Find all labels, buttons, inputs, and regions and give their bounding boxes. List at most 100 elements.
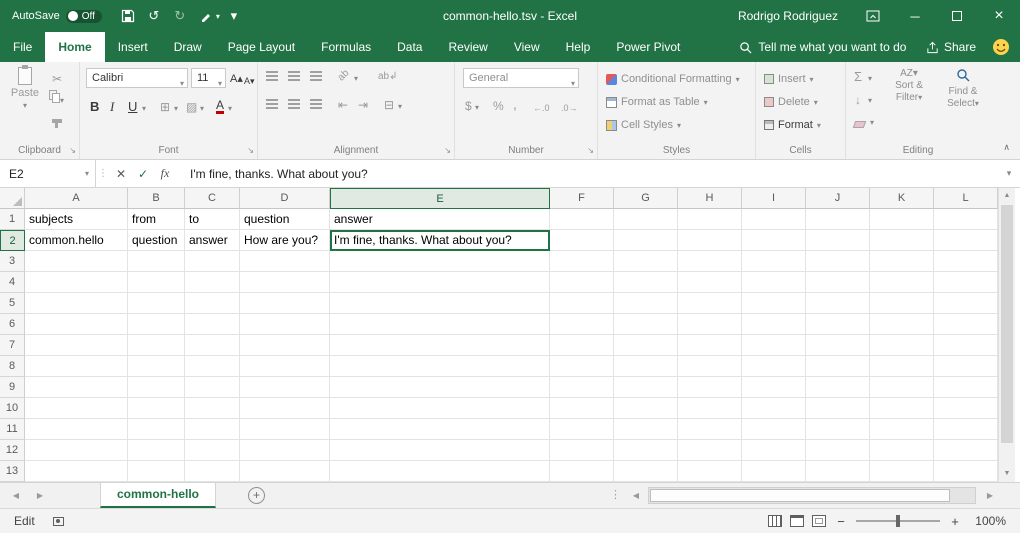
cell-F5[interactable] xyxy=(550,293,614,314)
cell-A9[interactable] xyxy=(25,377,128,398)
feedback-smiley-button[interactable] xyxy=(992,32,1010,62)
zoom-slider-thumb[interactable] xyxy=(896,515,900,527)
cell-G6[interactable] xyxy=(614,314,678,335)
cell-C5[interactable] xyxy=(185,293,240,314)
cell-H10[interactable] xyxy=(678,398,742,419)
cell-C9[interactable] xyxy=(185,377,240,398)
underline-button[interactable]: U xyxy=(128,98,137,116)
cell-B8[interactable] xyxy=(128,356,185,377)
sort-filter-dropdown-icon[interactable]: ▾ xyxy=(918,93,922,102)
cell-F11[interactable] xyxy=(550,419,614,440)
column-header-I[interactable]: I xyxy=(742,188,806,209)
cell-H12[interactable] xyxy=(678,440,742,461)
scroll-up-icon[interactable]: ▲ xyxy=(999,188,1015,204)
cell-E11[interactable] xyxy=(330,419,550,440)
cell-L11[interactable] xyxy=(934,419,998,440)
cell-B3[interactable] xyxy=(128,251,185,272)
autosum-dropdown-icon[interactable]: ▾ xyxy=(868,74,872,83)
column-header-K[interactable]: K xyxy=(870,188,934,209)
cell-H5[interactable] xyxy=(678,293,742,314)
font-color-dropdown-icon[interactable]: ▾ xyxy=(228,104,232,113)
view-page-break-button[interactable] xyxy=(812,515,826,527)
cell-K11[interactable] xyxy=(870,419,934,440)
cell-B7[interactable] xyxy=(128,335,185,356)
cell-A6[interactable] xyxy=(25,314,128,335)
cell-L1[interactable] xyxy=(934,209,998,230)
cell-J11[interactable] xyxy=(806,419,870,440)
cell-B6[interactable] xyxy=(128,314,185,335)
column-header-C[interactable]: C xyxy=(185,188,240,209)
cell-I6[interactable] xyxy=(742,314,806,335)
accounting-format-button[interactable]: $ xyxy=(465,98,472,114)
increase-decimal-button[interactable]: ←.0 xyxy=(533,100,550,116)
cell-I12[interactable] xyxy=(742,440,806,461)
cell-styles-button[interactable]: Cell Styles▾ xyxy=(606,116,681,134)
clipboard-dialog-launcher[interactable]: ↘ xyxy=(69,147,76,155)
cancel-button[interactable]: ✕ xyxy=(110,167,132,181)
cell-E5[interactable] xyxy=(330,293,550,314)
clear-dropdown-icon[interactable]: ▾ xyxy=(870,118,874,127)
cell-E12[interactable] xyxy=(330,440,550,461)
cell-K10[interactable] xyxy=(870,398,934,419)
cell-I3[interactable] xyxy=(742,251,806,272)
user-name[interactable]: Rodrigo Rodriguez xyxy=(738,9,838,23)
cell-L3[interactable] xyxy=(934,251,998,272)
cell-G4[interactable] xyxy=(614,272,678,293)
cell-J2[interactable] xyxy=(806,230,870,251)
collapse-ribbon-button[interactable]: ∧ xyxy=(1003,142,1010,153)
row-header-7[interactable]: 7 xyxy=(0,335,25,356)
cell-B1[interactable]: from xyxy=(128,209,185,230)
cell-H2[interactable] xyxy=(678,230,742,251)
font-name-combo[interactable]: Calibri▾ xyxy=(86,68,188,88)
cell-K7[interactable] xyxy=(870,335,934,356)
zoom-in-button[interactable]: + xyxy=(948,514,962,529)
cell-C7[interactable] xyxy=(185,335,240,356)
decrease-indent-button[interactable]: ⇤ xyxy=(338,97,348,113)
wrap-text-button[interactable]: ab↲ xyxy=(378,69,398,85)
increase-indent-button[interactable]: ⇥ xyxy=(358,97,368,113)
cell-D1[interactable]: question xyxy=(240,209,330,230)
cell-J1[interactable] xyxy=(806,209,870,230)
cell-F9[interactable] xyxy=(550,377,614,398)
tab-review[interactable]: Review xyxy=(435,32,500,62)
cell-E8[interactable] xyxy=(330,356,550,377)
horizontal-scrollbar[interactable] xyxy=(648,487,976,504)
cell-A5[interactable] xyxy=(25,293,128,314)
cell-B2[interactable]: question xyxy=(128,230,185,251)
cell-E2[interactable]: I'm fine, thanks. What about you? xyxy=(330,230,550,251)
cell-K1[interactable] xyxy=(870,209,934,230)
undo-button[interactable]: ↺ xyxy=(142,4,166,28)
row-header-2[interactable]: 2 xyxy=(0,230,25,251)
column-header-B[interactable]: B xyxy=(128,188,185,209)
cell-A8[interactable] xyxy=(25,356,128,377)
redo-button[interactable]: ↻ xyxy=(168,4,192,28)
font-name-dropdown-icon[interactable]: ▾ xyxy=(180,75,184,93)
cell-F12[interactable] xyxy=(550,440,614,461)
copy-button[interactable]: ▾ xyxy=(52,92,64,106)
cell-I10[interactable] xyxy=(742,398,806,419)
column-header-J[interactable]: J xyxy=(806,188,870,209)
cell-L6[interactable] xyxy=(934,314,998,335)
row-header-10[interactable]: 10 xyxy=(0,398,25,419)
cell-D5[interactable] xyxy=(240,293,330,314)
copy-dropdown-icon[interactable]: ▾ xyxy=(60,96,64,105)
cell-K9[interactable] xyxy=(870,377,934,398)
cell-G1[interactable] xyxy=(614,209,678,230)
font-size-combo[interactable]: 11▾ xyxy=(191,68,226,88)
cell-G10[interactable] xyxy=(614,398,678,419)
orientation-dropdown-icon[interactable]: ▾ xyxy=(354,74,358,83)
orientation-button[interactable]: ab xyxy=(336,68,352,84)
cell-A4[interactable] xyxy=(25,272,128,293)
cell-F1[interactable] xyxy=(550,209,614,230)
cell-D8[interactable] xyxy=(240,356,330,377)
align-center-button[interactable] xyxy=(288,98,300,112)
cell-F10[interactable] xyxy=(550,398,614,419)
cell-D4[interactable] xyxy=(240,272,330,293)
cell-I5[interactable] xyxy=(742,293,806,314)
column-header-L[interactable]: L xyxy=(934,188,998,209)
cell-D6[interactable] xyxy=(240,314,330,335)
cell-F4[interactable] xyxy=(550,272,614,293)
zoom-out-button[interactable]: − xyxy=(834,514,848,529)
tab-home[interactable]: Home xyxy=(45,32,104,62)
tab-insert[interactable]: Insert xyxy=(105,32,161,62)
